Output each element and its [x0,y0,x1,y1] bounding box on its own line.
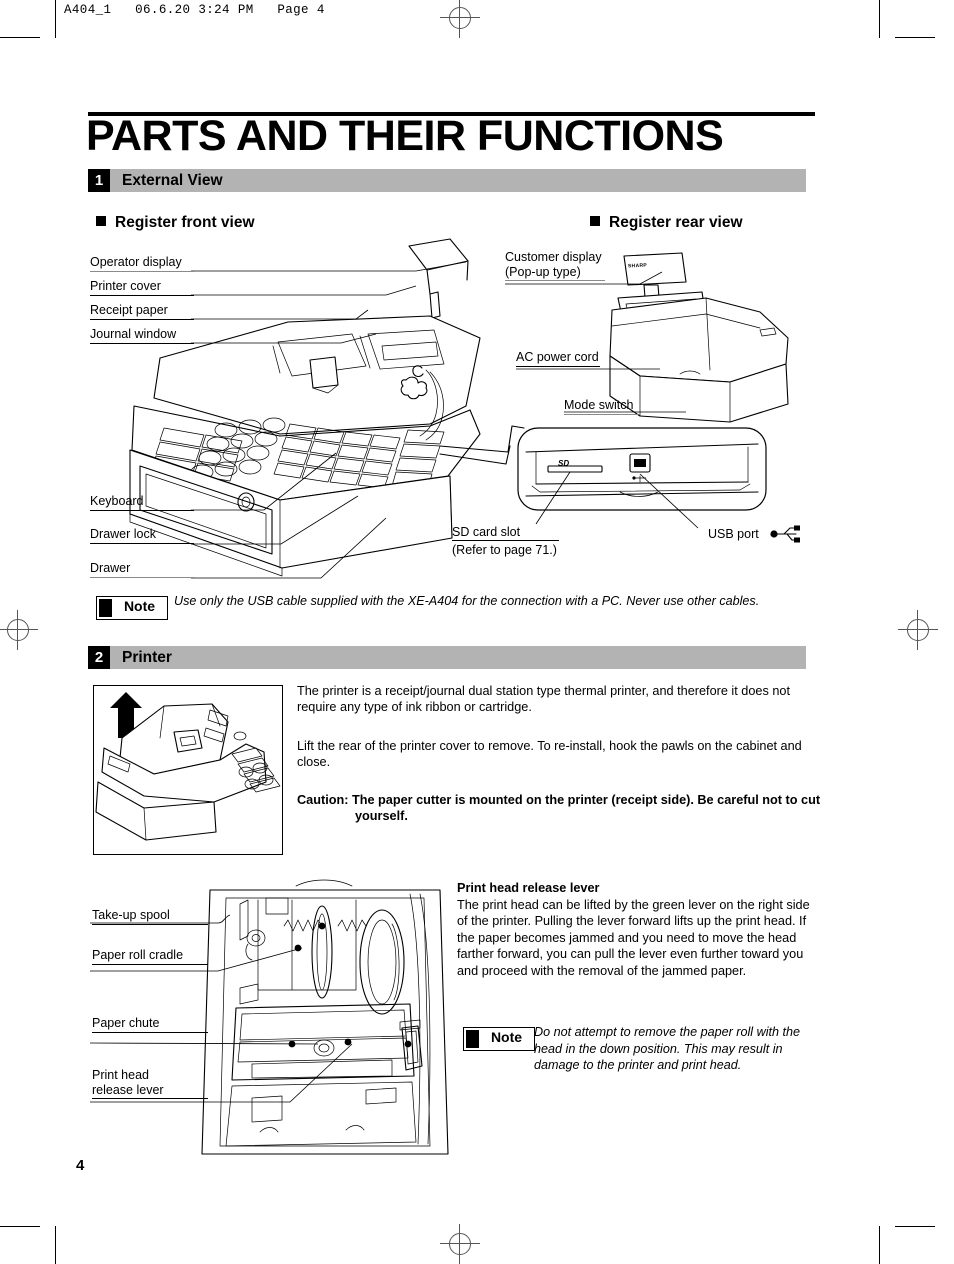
callout-sd-card-slot: SD card slot (Refer to page 71.) [452,525,559,558]
note-text-usb: Use only the USB cable supplied with the… [174,594,760,608]
callout-sd-card-slot-label: SD card slot [452,525,559,541]
trim-mark-bottom-left-h [0,1226,40,1228]
note-badge-label: Note [490,1029,523,1045]
callout-print-head-line1: Print head [92,1068,149,1082]
callout-operator-display: Operator display [90,255,194,272]
note-badge-block-icon [99,599,112,617]
subhead-front-label: Register front view [115,214,255,231]
callout-print-head-line2: release lever [92,1083,208,1099]
callout-take-up-spool: Take-up spool [92,908,208,925]
page-title: PARTS AND THEIR FUNCTIONS [86,112,724,160]
section-label: External View [122,172,223,189]
release-lever-body: The print head can be lifted by the gree… [457,898,810,978]
trim-mark-bottom-right-h [895,1226,935,1228]
callout-customer-display: Customer display (Pop-up type) [505,250,605,281]
usb-symbol-icon [770,525,800,543]
trim-mark-top-right-h [895,37,935,39]
subhead-register-rear-view: Register rear view [590,214,743,232]
print-slug-line: A404_1 06.6.20 3:24 PM Page 4 [64,3,325,17]
bullet-square-icon [96,216,106,226]
callout-paper-roll-cradle: Paper roll cradle [92,948,208,965]
callout-print-head-release-lever: Print head release lever [92,1068,208,1099]
trim-mark-top-right-v [879,0,881,38]
callout-mode-switch: Mode switch [564,398,638,415]
section-label: Printer [122,649,172,666]
note-badge-label: Note [123,598,156,614]
trim-mark-top-left-v [55,0,57,38]
callout-drawer-lock: Drawer lock [90,527,194,544]
callout-ac-power-cord: AC power cord [516,350,600,367]
port-detail-illustration [439,425,767,529]
page-number: 4 [76,1157,85,1174]
callout-sd-card-slot-ref: (Refer to page 71.) [452,543,557,557]
section-bar-printer: 2 Printer [88,646,806,669]
callout-journal-window: Journal window [90,327,194,344]
callout-paper-chute: Paper chute [92,1016,208,1033]
trim-mark-top-left-h [0,37,40,39]
callout-customer-display-line2: (Pop-up type) [505,265,605,281]
registration-mark-top [440,0,480,38]
callout-customer-display-line1: Customer display [505,250,602,264]
callout-drawer: Drawer [90,561,194,578]
note-badge-paper-roll: Note [463,1027,535,1051]
note-text-paper-roll: Do not attempt to remove the paper roll … [534,1025,801,1072]
note-badge-block-icon [466,1030,479,1048]
printer-paragraph-1: The printer is a receipt/journal dual st… [297,684,790,715]
printer-caution: Caution: The paper cutter is mounted on … [297,793,821,824]
trim-mark-bottom-left-v [55,1226,57,1264]
subhead-rear-label: Register rear view [609,214,743,231]
sd-logo-icon: SD [558,459,570,468]
registration-mark-left [0,610,38,650]
release-lever-heading: Print head release lever [457,881,600,895]
trim-mark-bottom-right-v [879,1226,881,1264]
printer-cover-illustration [95,692,281,841]
registration-mark-bottom [440,1224,480,1264]
section-number: 1 [88,169,110,192]
section-bar-fill [110,646,806,669]
section-bar-external-view: 1 External View [88,169,806,192]
section-number: 2 [88,646,110,669]
callout-keyboard: Keyboard [90,494,194,511]
mechanism-leader-lines [89,914,353,1103]
bullet-square-icon [590,216,600,226]
subhead-register-front-view: Register front view [96,214,255,232]
printer-paragraph-2: Lift the rear of the printer cover to re… [297,739,802,770]
callout-receipt-paper: Receipt paper [90,303,194,320]
registration-mark-right [898,610,938,650]
callout-printer-cover: Printer cover [90,279,194,296]
note-badge-usb: Note [96,596,168,620]
callout-usb-port: USB port [708,527,759,541]
